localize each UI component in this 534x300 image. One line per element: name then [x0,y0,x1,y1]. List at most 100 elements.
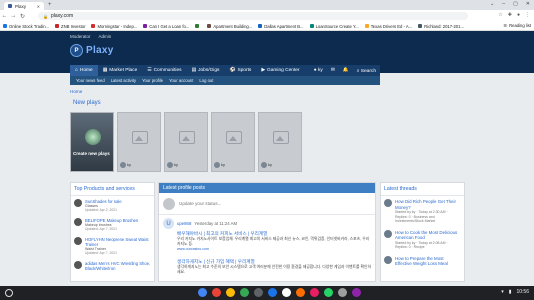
clock[interactable]: 10:56 [516,289,529,295]
widget-title[interactable]: Latest profile posts [159,183,375,193]
minimize-icon[interactable]: – [502,1,505,7]
breadcrumb[interactable]: Home [70,89,82,94]
search-button[interactable]: ⌕ Search [357,68,376,74]
app-icon[interactable] [268,288,277,297]
product-name[interactable]: HOFLYHN Neoprene Sweat Waist Trainer [85,237,151,247]
app-icon[interactable] [282,288,291,297]
inbox-icon[interactable]: ✉ [331,68,335,73]
star-icon[interactable]: ☆ [498,12,502,18]
back-icon[interactable]: ← [0,13,9,19]
bookmark-item[interactable]: Online Stock Tradin... [3,24,49,29]
post-user[interactable]: upe868 [177,221,191,226]
wifi-icon[interactable]: ▾ [501,289,504,295]
bookmark-favicon-icon [418,24,423,28]
bookmark-item[interactable]: Richland: 2017-201... [418,24,464,29]
bookmark-item[interactable]: ZNB Investor [55,24,85,29]
bookmark-label: LoanSource Create Y... [315,23,359,29]
bookmark-item[interactable]: Can I Get a Loan fo... [143,24,189,29]
subnav-link[interactable]: Log out [199,78,213,83]
subnav-link[interactable]: Your account [169,78,193,83]
product-thumbnail[interactable] [74,218,82,226]
app-icon[interactable] [338,288,347,297]
nav-item-2[interactable]: ☰ Communities [142,68,186,73]
play-user: ky [174,162,178,167]
browser-tabstrip: Plaxy ✕ + ⌄ – ▢ ✕ [0,0,534,10]
play-card[interactable]: ky [258,112,302,172]
product-thumbnail[interactable] [74,261,82,269]
bookmark-item[interactable]: Apartment Building... [207,24,252,29]
bookmark-item[interactable]: Morningstar - Indep... [91,24,137,29]
nav-item-3[interactable]: ▤ Jobs/Gigs [187,68,225,73]
subnav-link[interactable]: Your news feed [76,78,105,83]
bookmark-item[interactable]: Texas Drivers Ed - A... [364,23,413,29]
launcher-icon[interactable] [5,289,13,297]
address-bar[interactable]: 🔒 plaxy.com [38,12,468,20]
widget-title[interactable]: Latest threads [381,183,464,196]
bookmark-item[interactable]: Dallas Apartment B... [258,24,304,29]
nav-item-5[interactable]: ▶ Gaming Center [256,68,304,73]
play-card[interactable]: ky [211,112,255,172]
admin-link[interactable]: Admin [99,34,112,39]
maximize-icon[interactable]: ▢ [513,1,518,7]
browser-tab[interactable]: Plaxy ✕ [4,2,44,10]
bookmark-label: Texas Drivers Ed - A... [370,23,413,29]
subnav-link[interactable]: Latest activity [111,78,136,83]
extension-icon[interactable]: ✚ [508,12,512,18]
battery-icon[interactable]: ▮ [509,289,512,295]
close-window-icon[interactable]: ✕ [526,1,530,7]
play-user: ky [127,162,131,167]
app-icon[interactable] [324,288,333,297]
lock-icon[interactable]: 🔒 [43,14,48,19]
avatar[interactable] [384,199,392,207]
reading-list-label: Reading list [509,23,531,28]
close-tab-icon[interactable]: ✕ [37,4,40,9]
play-card[interactable]: ky [164,112,208,172]
menu-icon[interactable]: ⋮ [525,12,530,18]
app-icon[interactable] [254,288,263,297]
nav-item-4[interactable]: ⚽ Sports [224,68,256,73]
avatar[interactable] [384,255,392,264]
top-products-widget: Top Products and services SunShades for … [70,182,155,282]
profile-icon[interactable]: ● [517,12,520,18]
create-play-card[interactable]: Create new plays [70,112,114,172]
bookmark-favicon-icon [3,24,7,28]
thread-title[interactable]: How Did Rich People Get Their Money? [395,199,461,210]
logo-text: Plaxy [86,45,114,56]
forward-icon[interactable]: → [9,13,18,19]
status-input[interactable]: Update your status... [179,201,221,206]
subnav-link[interactable]: Your profile [142,78,163,83]
nav-item-0[interactable]: ⌂ Home [70,65,98,76]
post-link[interactable]: www.ourcasino.com [177,247,371,251]
app-icon[interactable] [296,288,305,297]
nav-label: Home [79,68,93,73]
create-play-label: Create new plays [73,151,110,156]
thread-title[interactable]: How to Prepare the Most Effective Weight… [395,256,461,267]
image-placeholder-icon [226,131,242,144]
new-tab-icon[interactable]: + [48,2,52,8]
thread-item: How to Cook the Most Delicious American … [381,227,464,253]
nav-item-1[interactable]: ▦ Market Place [98,68,143,73]
product-name[interactable]: adidas Men's HVC Wrestling Shoe, Black/W… [85,261,151,271]
reading-list-button[interactable]: ☰ Reading list [503,23,531,28]
app-icon[interactable] [198,288,207,297]
site-logo[interactable]: P Plaxy [70,44,114,57]
moderator-link[interactable]: Moderator [70,34,91,39]
product-thumbnail[interactable] [74,237,82,245]
app-icon[interactable] [226,288,235,297]
app-icon[interactable] [352,288,361,297]
widget-title[interactable]: Top Products and services [71,183,154,196]
user-avatar[interactable]: ● ky [314,68,323,73]
app-icon[interactable] [310,288,319,297]
bookmark-item[interactable] [195,24,201,28]
play-card[interactable]: ky [117,112,161,172]
bookmark-item[interactable]: LoanSource Create Y... [309,23,359,29]
tab-search-icon[interactable]: ⌄ [490,1,494,7]
avatar[interactable] [384,229,392,238]
alerts-icon[interactable]: 🔔 [343,68,349,73]
product-thumbnail[interactable] [74,199,82,207]
thread-title[interactable]: How to Cook the Most Delicious American … [395,230,461,241]
reload-icon[interactable]: ↻ [18,13,27,20]
avatar[interactable]: U [163,218,174,229]
app-icon[interactable] [212,288,221,297]
app-icon[interactable] [240,288,249,297]
